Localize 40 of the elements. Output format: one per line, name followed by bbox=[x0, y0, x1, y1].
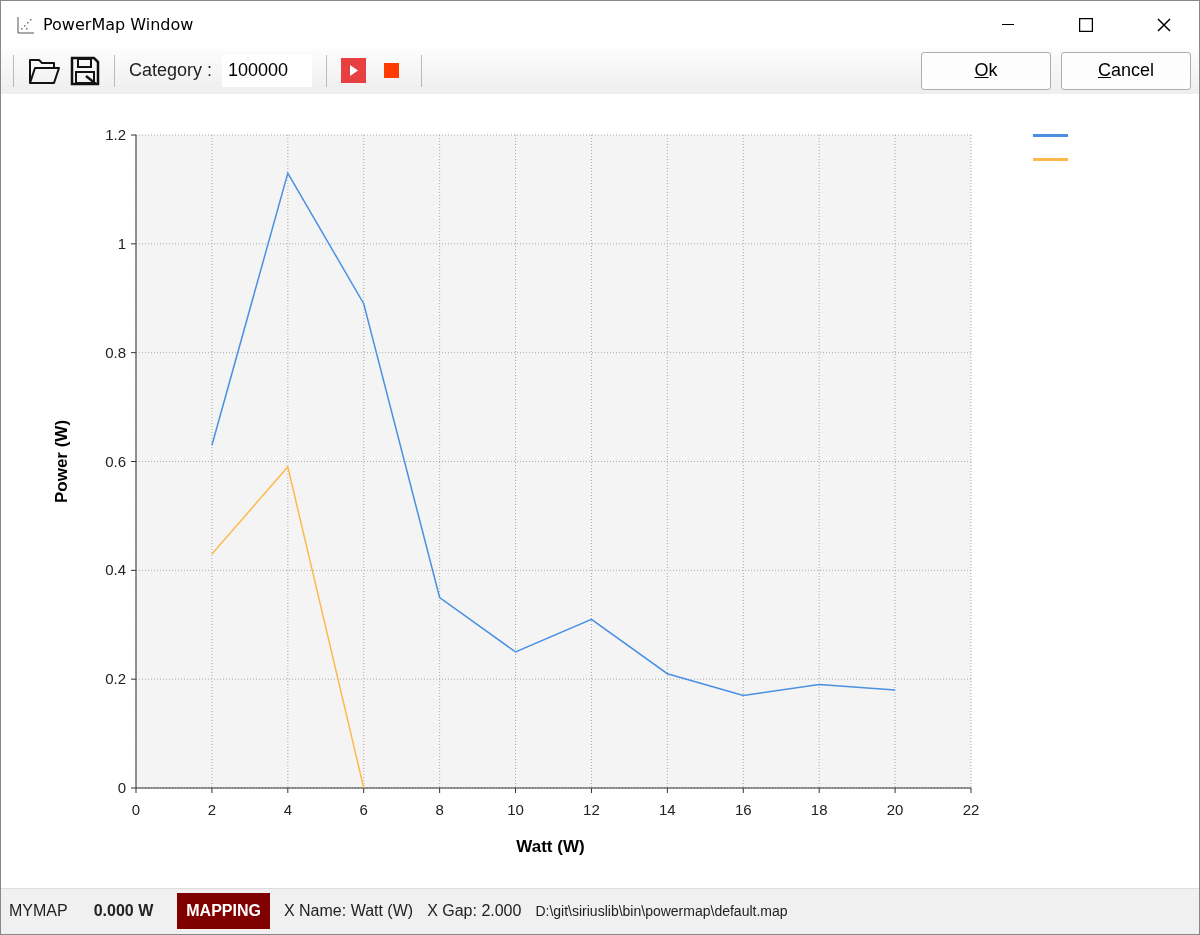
file-path: D:\git\siriuslib\bin\powermap\default.map bbox=[535, 903, 788, 920]
mode-badge: MAPPING bbox=[177, 893, 270, 930]
maximize-icon[interactable] bbox=[1079, 17, 1093, 32]
y-tick-label: 0.8 bbox=[105, 343, 126, 361]
close-icon[interactable] bbox=[1157, 17, 1171, 32]
category-field[interactable]: 100000 bbox=[222, 54, 313, 87]
y-tick-label: 0.2 bbox=[105, 669, 126, 687]
x-tick-label: 0 bbox=[131, 800, 141, 818]
save-icon[interactable] bbox=[70, 55, 100, 86]
cancel-button[interactable]: Cancel bbox=[1061, 51, 1191, 90]
x-tick-label: 18 bbox=[810, 800, 828, 818]
x-gap-text: X Gap: 2.000 bbox=[427, 902, 522, 921]
category-label: Category : bbox=[129, 60, 213, 82]
open-folder-icon[interactable] bbox=[28, 56, 60, 85]
chart-app-icon bbox=[17, 15, 35, 34]
x-tick-label: 14 bbox=[659, 800, 676, 818]
x-tick-label: 20 bbox=[886, 800, 904, 818]
x-tick-label: 16 bbox=[734, 800, 752, 818]
play-icon[interactable] bbox=[341, 58, 367, 84]
minimize-icon[interactable] bbox=[1002, 23, 1014, 26]
y-tick-label: 0 bbox=[117, 778, 126, 796]
map-name: MYMAP bbox=[9, 902, 68, 921]
y-axis-title: Power (W) bbox=[52, 419, 71, 503]
x-tick-label: 12 bbox=[583, 800, 600, 818]
x-name-text: X Name: Watt (W) bbox=[283, 902, 414, 921]
stop-icon[interactable] bbox=[384, 63, 400, 79]
y-tick-label: 1.2 bbox=[105, 125, 126, 143]
y-tick-label: 0.6 bbox=[105, 452, 126, 469]
x-tick-label: 8 bbox=[435, 800, 444, 818]
y-tick-label: 1 bbox=[117, 234, 126, 252]
y-tick-label: 0.4 bbox=[105, 560, 126, 578]
x-tick-label: 22 bbox=[962, 800, 980, 818]
window-title: PowerMap Window bbox=[43, 15, 195, 34]
x-tick-label: 4 bbox=[283, 800, 292, 818]
x-tick-label: 10 bbox=[507, 800, 524, 818]
x-tick-label: 6 bbox=[359, 800, 368, 818]
ok-button[interactable]: Ok bbox=[921, 51, 1051, 90]
x-tick-label: 2 bbox=[207, 800, 217, 818]
power-reading: 0.000 W bbox=[93, 902, 154, 921]
x-axis-title: Watt (W) bbox=[516, 836, 585, 856]
